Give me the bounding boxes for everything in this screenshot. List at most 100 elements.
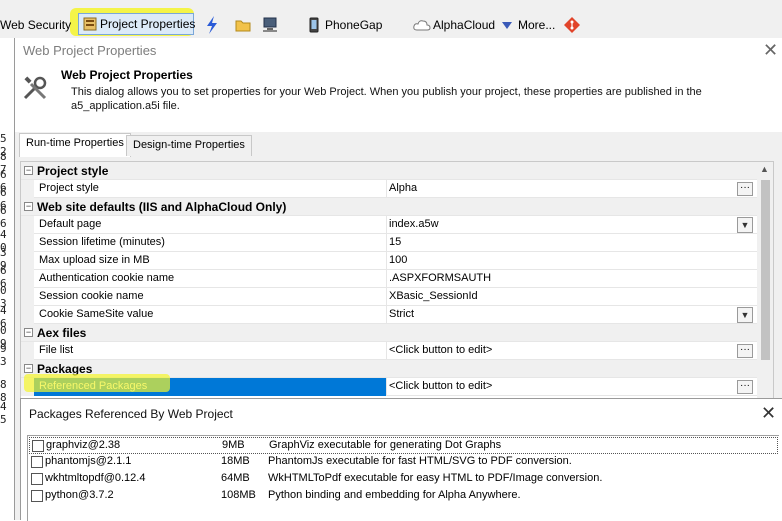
package-checkbox[interactable] — [31, 490, 43, 502]
dropdown-chevron-icon[interactable]: ▼ — [737, 307, 753, 323]
column-separator — [386, 270, 387, 288]
package-size: 64MB — [221, 472, 250, 484]
packages-list: graphviz@2.38 9MB GraphViz executable for … — [27, 435, 779, 521]
property-label: Project style — [39, 182, 99, 194]
collapse-toggle-icon[interactable]: − — [24, 328, 33, 337]
alphacloud-button[interactable]: AlphaCloud — [433, 18, 495, 32]
property-value[interactable]: Alpha — [389, 182, 417, 194]
grid-section-row[interactable]: − Project style — [21, 162, 757, 180]
tab-runtime-properties[interactable]: Run-time Properties — [19, 133, 131, 157]
project-properties-label: Project Properties — [100, 17, 196, 31]
property-label: File list — [39, 344, 74, 356]
package-list-item[interactable]: phantomjs@2.1.1 18MB PhantomJs executable … — [29, 454, 778, 471]
packages-dialog-title: Packages Referenced By Web Project — [29, 407, 233, 421]
grid-property-row[interactable]: Session lifetime (minutes) 15 — [21, 234, 757, 252]
grid-property-row[interactable]: Cookie SameSite value Strict ▼ — [21, 306, 757, 324]
ellipsis-button[interactable]: ··· — [737, 344, 753, 358]
property-label: Authentication cookie name — [39, 272, 175, 284]
package-list-item[interactable]: graphviz@2.38 9MB GraphViz executable for … — [29, 437, 778, 454]
tools-icon — [23, 76, 47, 100]
property-value[interactable]: <Click button to edit> — [389, 380, 492, 392]
row-gutter — [21, 216, 34, 234]
package-description: GraphViz executable for generating Dot G… — [269, 439, 502, 451]
package-name: phantomjs@2.1.1 — [45, 455, 132, 467]
computer-icon[interactable] — [262, 17, 278, 33]
property-value[interactable]: index.a5w — [389, 218, 439, 230]
project-properties-button[interactable]: Project Properties — [78, 13, 196, 35]
property-label: Session lifetime (minutes) — [39, 236, 165, 248]
row-gutter — [21, 288, 34, 306]
property-value[interactable]: 15 — [389, 236, 401, 248]
column-separator — [386, 342, 387, 360]
row-gutter — [21, 252, 34, 270]
collapse-toggle-icon[interactable]: − — [24, 202, 33, 211]
cloud-icon — [413, 20, 431, 31]
collapse-toggle-icon[interactable]: − — [24, 364, 33, 373]
row-gutter — [21, 270, 34, 288]
grid-property-row[interactable]: Default page index.a5w ▼ — [21, 216, 757, 234]
scroll-up-icon[interactable]: ▲ — [760, 164, 769, 174]
package-checkbox[interactable] — [31, 456, 43, 468]
row-gutter — [21, 306, 34, 324]
properties-icon — [83, 17, 97, 31]
property-label: Session cookie name — [39, 290, 144, 302]
background-line-numbers: 5 2 8 7 6 6 6 6 6 6 4 0 3 9 6 6 0 3 4 6 … — [0, 38, 14, 520]
property-grid: − Project style Project style Alpha ··· − Web … — [20, 161, 774, 436]
package-description: PhantomJs executable for fast HTML/SVG t… — [268, 455, 572, 467]
section-label: Web site defaults (IIS and AlphaCloud On… — [37, 200, 287, 214]
packages-referenced-dialog: Packages Referenced By Web Project ✕ gra… — [20, 398, 782, 521]
section-label: Project style — [37, 164, 109, 178]
grid-section-row[interactable]: − Aex files — [21, 324, 757, 342]
package-name: python@3.7.2 — [45, 489, 114, 501]
line-number: 4 5 — [0, 400, 7, 426]
phone-icon — [309, 17, 319, 33]
grid-property-row[interactable]: File list <Click button to edit> ··· — [21, 342, 757, 360]
property-value[interactable]: Strict — [389, 308, 414, 320]
grid-property-row[interactable]: Project style Alpha ··· — [21, 180, 757, 198]
phonegap-button[interactable]: PhoneGap — [325, 18, 382, 32]
property-label: Max upload size in MB — [39, 254, 150, 266]
folder-icon[interactable] — [235, 18, 251, 32]
tab-designtime-properties[interactable]: Design-time Properties — [126, 135, 252, 156]
grid-property-row[interactable]: Authentication cookie name .ASPXFORMSAUTH — [21, 270, 757, 288]
package-description: WkHTMLToPdf executable for easy HTML to … — [268, 472, 603, 484]
package-list-item[interactable]: python@3.7.2 108MB Python binding and embe… — [29, 488, 778, 505]
property-value[interactable]: .ASPXFORMSAUTH — [389, 272, 491, 284]
package-size: 18MB — [221, 455, 250, 467]
dialog-description: This dialog allows you to set properties… — [71, 86, 702, 112]
property-label: Cookie SameSite value — [39, 308, 154, 320]
collapse-toggle-icon[interactable]: − — [24, 166, 33, 175]
line-number: 9 3 — [0, 342, 7, 368]
lightning-icon[interactable] — [205, 16, 219, 34]
package-checkbox[interactable] — [32, 440, 44, 452]
highlight-referenced-packages — [24, 374, 170, 392]
package-size: 9MB — [222, 439, 245, 451]
vertical-scrollbar[interactable]: ▲ — [757, 162, 773, 435]
close-icon[interactable]: ✕ — [761, 403, 776, 424]
property-value[interactable]: 100 — [389, 254, 407, 266]
property-value[interactable]: <Click button to edit> — [389, 344, 492, 356]
grid-property-row[interactable]: Max upload size in MB 100 — [21, 252, 757, 270]
row-gutter — [21, 180, 34, 198]
chevron-down-icon — [502, 22, 512, 29]
property-value[interactable]: XBasic_SessionId — [389, 290, 478, 302]
web-security-button[interactable]: Web Security — [0, 18, 71, 32]
column-separator — [386, 180, 387, 198]
git-icon[interactable] — [564, 17, 580, 33]
dropdown-chevron-icon[interactable]: ▼ — [737, 217, 753, 233]
ellipsis-button[interactable]: ··· — [737, 182, 753, 196]
package-name: graphviz@2.38 — [46, 439, 121, 451]
package-description: Python binding and embedding for Alpha A… — [268, 489, 521, 501]
grid-section-row[interactable]: − Web site defaults (IIS and AlphaCloud O… — [21, 198, 757, 216]
section-label: Aex files — [37, 326, 87, 340]
package-checkbox[interactable] — [31, 473, 43, 485]
ellipsis-button[interactable]: ··· — [737, 380, 753, 394]
package-list-item[interactable]: wkhtmltopdf@0.12.4 64MB WkHTMLToPdf execut… — [29, 471, 778, 488]
scrollbar-thumb[interactable] — [761, 180, 770, 360]
close-icon[interactable]: ✕ — [763, 40, 778, 61]
more-button[interactable]: More... — [518, 18, 555, 32]
column-separator — [386, 288, 387, 306]
column-separator — [386, 378, 387, 396]
grid-property-row[interactable]: Session cookie name XBasic_SessionId — [21, 288, 757, 306]
line-number: 6 6 — [0, 204, 7, 230]
